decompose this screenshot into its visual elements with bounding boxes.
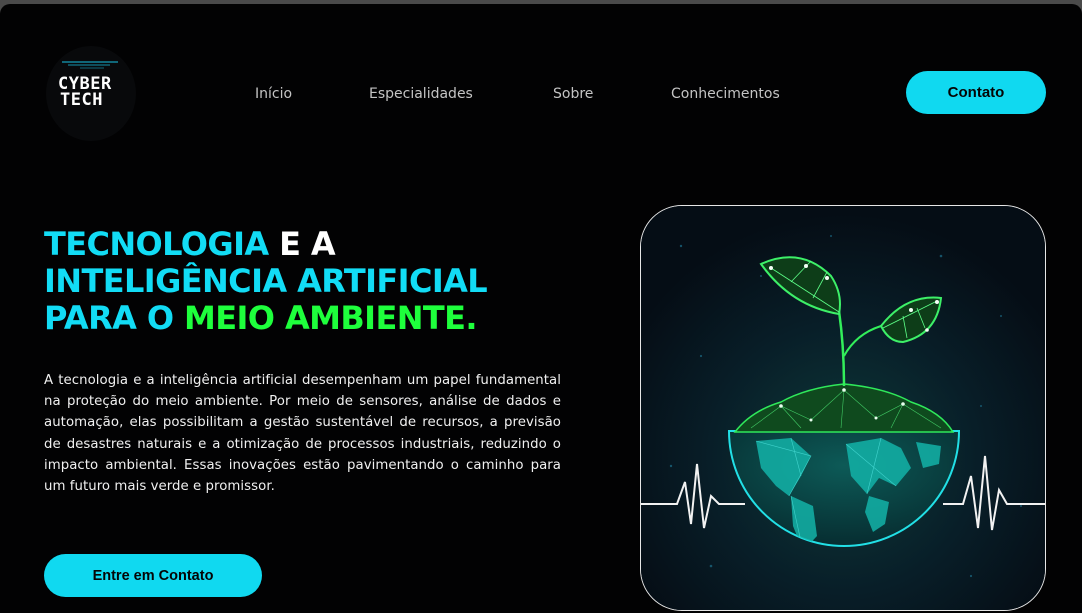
headline-part-5: MEIO AMBIENTE. <box>183 299 478 337</box>
nav-item-especialidades[interactable]: Especialidades <box>369 86 473 102</box>
headline-part-1: TECNOLOGIA <box>44 225 269 263</box>
circuit-lines-icon <box>62 61 118 69</box>
hero-paragraph: A tecnologia e a inteligência artificial… <box>44 373 561 495</box>
nav-item-conhecimentos[interactable]: Conhecimentos <box>671 86 780 102</box>
headline-part-3: INTELIGÊNCIA ARTIFICIAL <box>44 262 488 300</box>
plant-globe-illustration <box>641 206 1045 610</box>
entre-em-contato-button[interactable]: Entre em Contato <box>44 554 262 597</box>
logo-wordmark: CYBER TECH <box>58 76 128 110</box>
nav-item-inicio[interactable]: Início <box>255 86 292 102</box>
headline-part-2: E A <box>268 225 336 263</box>
page: CYBER TECH Início Especialidades Sobre C… <box>0 4 1082 613</box>
cyber-tech-logo[interactable]: CYBER TECH <box>46 46 136 141</box>
contato-button[interactable]: Contato <box>906 71 1046 114</box>
hero-headline: TECNOLOGIA E A INTELIGÊNCIA ARTIFICIAL P… <box>44 226 604 337</box>
hero-image <box>640 205 1046 611</box>
headline-part-4: PARA O <box>44 299 184 337</box>
nav-item-sobre[interactable]: Sobre <box>553 86 593 102</box>
logo-line-2: TECH <box>60 90 103 110</box>
